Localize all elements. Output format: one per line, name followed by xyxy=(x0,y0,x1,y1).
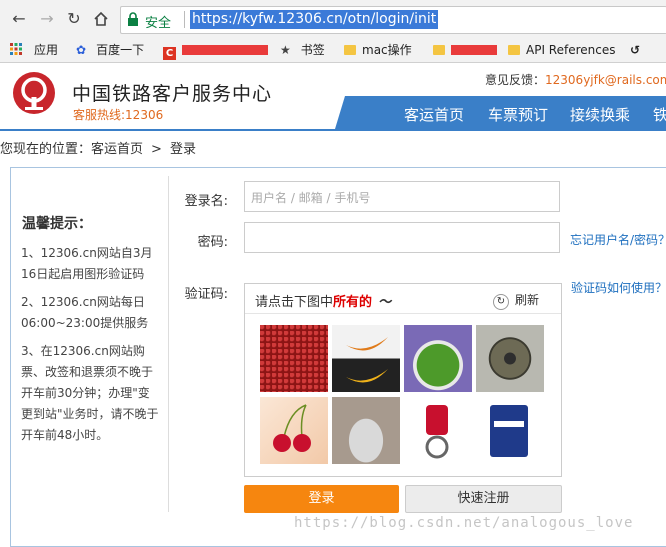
breadcrumb-home-link[interactable]: 客运首页 xyxy=(91,142,143,157)
reload-icon[interactable]: ↻ xyxy=(63,8,85,30)
username-placeholder: 用户名 / 邮箱 / 手机号 xyxy=(251,191,371,205)
url-text[interactable]: https://kyfw.12306.cn/otn/login/init xyxy=(190,10,439,29)
nav-item-transfer[interactable]: 接续换乘 xyxy=(570,104,630,125)
bookmark-label: 应用 xyxy=(34,43,59,57)
bookmark-api[interactable]: API References xyxy=(508,42,615,58)
header-divider xyxy=(0,129,666,131)
bookmark-shuqian[interactable]: ★ 书签 xyxy=(280,42,325,58)
apps-grid-icon xyxy=(10,43,22,55)
hotline-text: 客服热线:12306 xyxy=(73,108,164,122)
feedback: 意见反馈：12306yjfk@rails.com.c xyxy=(485,71,666,88)
breadcrumb-separator: > xyxy=(151,142,162,157)
main-nav: 客运首页 车票预订 接续换乘 铁 xyxy=(345,96,666,129)
railway-logo-icon xyxy=(13,72,55,114)
site-title: 中国铁路客户服务中心 xyxy=(72,83,273,105)
forgot-password-link[interactable]: 忘记用户名/密码？ xyxy=(570,231,666,248)
captcha-help-link[interactable]: 验证码如何使用？ xyxy=(571,279,666,296)
nav-item-booking[interactable]: 车票预订 xyxy=(488,104,548,125)
tip-item: 1、12306.cn网站自3月16日起启用图形验证码 xyxy=(21,246,153,281)
secure-label: 安全 xyxy=(145,16,172,31)
folder-icon xyxy=(433,45,445,55)
captcha-prompt-text: 请点击下图中 xyxy=(255,295,334,310)
tip-item: 2、12306.cn网站每日06:00~23:00提供服务 xyxy=(21,295,149,330)
breadcrumb-prefix: 您现在的位置： xyxy=(0,142,92,157)
breadcrumb-current: 登录 xyxy=(169,142,196,157)
address-bar[interactable]: 安全 https://kyfw.12306.cn/otn/login/init xyxy=(120,6,666,34)
captcha-target-glyph-icon: 〜 xyxy=(378,295,392,310)
password-label: 密码: xyxy=(197,235,228,250)
back-arrow-icon[interactable]: ← xyxy=(8,8,30,30)
captcha-divider xyxy=(245,313,561,314)
folder-icon xyxy=(508,45,520,55)
tip-item: 3、在12306.cn网站购票、改签和退票须不晚于开车前30分钟；办理"变更到站… xyxy=(21,344,159,442)
register-button[interactable]: 快速注册 xyxy=(405,485,562,513)
captcha-prompt-highlight: 所有的 xyxy=(333,295,373,310)
captcha-prompt: 请点击下图中所有的 〜 xyxy=(255,291,391,310)
tips-title: 温馨提示： xyxy=(22,216,92,232)
bookmark-redacted-folder[interactable] xyxy=(433,42,497,58)
redacted-label xyxy=(182,45,268,55)
bookmark-baidu[interactable]: ✿ 百度一下 xyxy=(76,42,144,58)
username-label: 登录名: xyxy=(184,194,228,209)
breadcrumb: 您现在的位置：客运首页 > 登录 xyxy=(0,138,196,157)
folder-icon xyxy=(344,45,356,55)
forward-arrow-icon[interactable]: → xyxy=(36,8,58,30)
captcha-refresh-button[interactable]: ↻ 刷新 xyxy=(493,291,539,310)
site-header: 中国铁路客户服务中心 客服热线:12306 意见反馈：12306yjfk@rai… xyxy=(0,63,666,129)
extension-icon[interactable]: ↺ xyxy=(630,42,640,58)
captcha-tile-gong[interactable] xyxy=(476,325,544,392)
bookmark-label: 书签 xyxy=(300,43,325,57)
login-panel: 温馨提示： 1、12306.cn网站自3月16日起启用图形验证码 2、12306… xyxy=(10,167,666,547)
captcha-tile-cherries[interactable] xyxy=(260,397,328,464)
red-c-icon: C xyxy=(163,47,176,60)
refresh-label: 刷新 xyxy=(515,293,540,307)
bookmark-label: 百度一下 xyxy=(96,43,145,57)
lock-icon xyxy=(128,12,138,26)
baidu-paw-icon: ✿ xyxy=(76,43,87,57)
nav-wedge xyxy=(335,96,345,129)
home-icon[interactable] xyxy=(90,8,112,30)
bookmarks-bar: 应用 ✿ 百度一下 C ★ 书签 mac操作 API References ↺ xyxy=(0,38,666,63)
star-icon: ★ xyxy=(280,43,291,57)
bookmark-mac[interactable]: mac操作 xyxy=(344,42,412,58)
captcha-tile-nike-sock[interactable] xyxy=(332,325,400,392)
redacted-label xyxy=(451,45,497,55)
captcha-tile-red-beads[interactable] xyxy=(260,325,328,392)
bookmark-label: mac操作 xyxy=(362,43,412,57)
nav-item-home[interactable]: 客运首页 xyxy=(404,104,464,125)
captcha-tile-green-peas[interactable] xyxy=(404,325,472,392)
captcha-label: 验证码: xyxy=(184,287,228,302)
panel-divider xyxy=(168,176,169,512)
feedback-label: 意见反馈： xyxy=(485,73,546,87)
feedback-email-link[interactable]: 12306yjfk@rails.com.c xyxy=(545,73,666,87)
browser-toolbar: ← → ↻ 安全 https://kyfw.12306.cn/otn/login… xyxy=(0,0,666,38)
bookmark-label: API References xyxy=(526,43,616,57)
refresh-icon: ↻ xyxy=(493,294,509,310)
bookmark-apps[interactable]: 应用 xyxy=(10,42,58,58)
captcha-tile-bottle-opener[interactable] xyxy=(404,397,472,464)
omnibox-divider xyxy=(184,11,185,28)
login-button[interactable]: 登录 xyxy=(244,485,399,513)
watermark: https://blog.csdn.net/analogous_love xyxy=(294,515,634,531)
password-input[interactable] xyxy=(244,222,560,253)
captcha-tile-silver-bowl[interactable] xyxy=(332,397,400,464)
captcha-tile-blue-bag[interactable] xyxy=(476,397,544,464)
bookmark-redacted[interactable]: C xyxy=(163,42,268,60)
username-input[interactable]: 用户名 / 邮箱 / 手机号 xyxy=(244,181,560,212)
captcha-box: 请点击下图中所有的 〜 ↻ 刷新 xyxy=(244,283,562,477)
nav-item-more[interactable]: 铁 xyxy=(653,104,666,125)
